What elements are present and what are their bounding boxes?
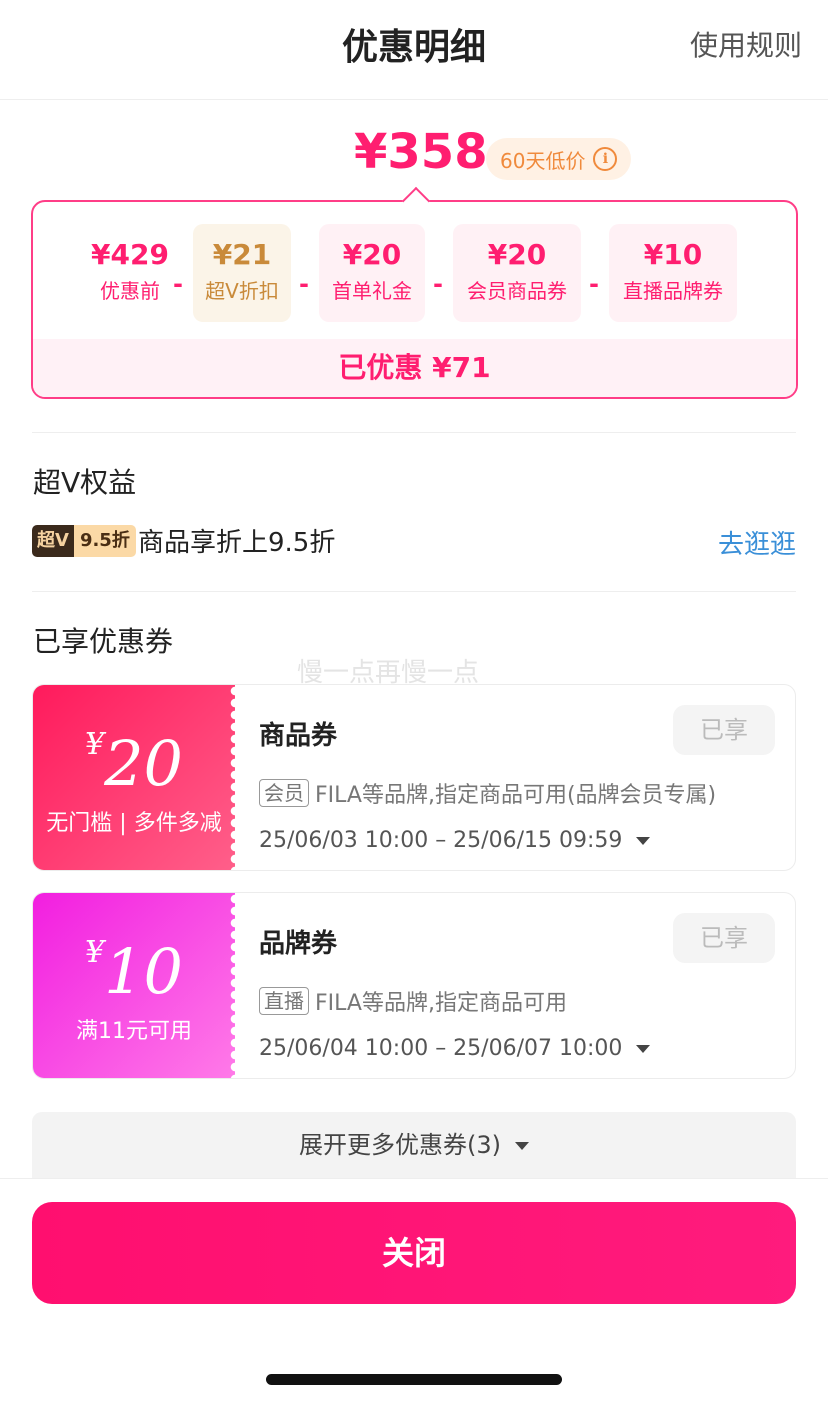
- coupon-tag: 会员: [259, 779, 309, 807]
- browse-link[interactable]: 去逛逛: [718, 524, 796, 561]
- coupons-section-title: 已享优惠券: [33, 625, 174, 658]
- breakdown-amount: ¥429: [91, 238, 169, 271]
- low-price-label: 60天低价: [500, 148, 586, 173]
- home-indicator[interactable]: [266, 1374, 562, 1385]
- footer-divider: [0, 1178, 828, 1179]
- coupon-value-panel: ¥10 满11元可用: [33, 893, 241, 1078]
- coupon-card: ¥10 满11元可用 品牌券 已享 直播 FILA等品牌,指定商品可用 25/0…: [32, 892, 796, 1079]
- breakdown-amount: ¥20: [342, 238, 402, 271]
- pointer-notch: [401, 186, 431, 216]
- coupon-condition: 满11元可用: [76, 1019, 192, 1044]
- coupon-condition: 无门槛 | 多件多减: [46, 811, 222, 836]
- divider: [32, 591, 796, 592]
- coupon-desc-text: FILA等品牌,指定商品可用(品牌会员专属): [315, 783, 717, 808]
- superv-badge-discount: 9.5折: [73, 525, 136, 557]
- coupon-status-badge: 已享: [673, 705, 775, 755]
- expand-label: 展开更多优惠券(3): [299, 1131, 501, 1159]
- breakdown-item-member-coupon: ¥20 会员商品券: [453, 224, 581, 322]
- breakdown-label: 超V折扣: [205, 279, 279, 303]
- minus-sign: -: [589, 270, 599, 298]
- coupon-desc-text: FILA等品牌,指定商品可用: [315, 991, 567, 1016]
- discount-breakdown: ¥429 优惠前 - ¥21 超V折扣 - ¥20 首单礼金 - ¥20 会员商…: [31, 186, 798, 399]
- superv-badge-label: 超V: [32, 525, 74, 557]
- minus-sign: -: [299, 270, 309, 298]
- low-price-tag[interactable]: 60天低价 i: [486, 138, 632, 180]
- coupon-description: 会员 FILA等品牌,指定商品可用(品牌会员专属): [259, 777, 716, 809]
- breakdown-item-superv: ¥21 超V折扣: [193, 224, 291, 322]
- breakdown-amount: ¥10: [643, 238, 703, 271]
- breakdown-amount: ¥21: [212, 238, 272, 271]
- header: 优惠明细 使用规则: [0, 0, 828, 100]
- coupon-amount: ¥10: [33, 935, 235, 1008]
- divider: [32, 432, 796, 433]
- breakdown-items: ¥429 优惠前 - ¥21 超V折扣 - ¥20 首单礼金 - ¥20 会员商…: [33, 222, 796, 322]
- coupon-amount: ¥20: [33, 727, 235, 800]
- coupon-yen: ¥: [85, 935, 105, 970]
- close-button[interactable]: 关闭: [32, 1202, 796, 1304]
- caret-down-icon[interactable]: [636, 837, 651, 845]
- superv-section-title: 超V权益: [33, 466, 137, 499]
- coupon-value: 20: [104, 727, 183, 800]
- final-price: ¥358: [354, 124, 488, 180]
- breakdown-label: 优惠前: [100, 279, 160, 303]
- minus-sign: -: [173, 270, 183, 298]
- minus-sign: -: [433, 270, 443, 298]
- coupon-value-panel: ¥20 无门槛 | 多件多减: [33, 685, 241, 870]
- coupon-name: 商品券: [259, 721, 338, 751]
- coupon-name: 品牌券: [259, 929, 338, 959]
- breakdown-amount: ¥20: [487, 238, 547, 271]
- coupon-validity[interactable]: 25/06/04 10:00 – 25/06/07 10:00: [259, 1036, 651, 1061]
- rules-link[interactable]: 使用规则: [690, 24, 802, 64]
- coupon-value: 10: [104, 935, 183, 1008]
- caret-down-icon[interactable]: [636, 1045, 651, 1053]
- coupon-time-text: 25/06/03 10:00 – 25/06/15 09:59: [259, 828, 623, 853]
- superv-benefit-text: 商品享折上9.5折: [138, 528, 336, 558]
- breakdown-label: 直播品牌券: [623, 279, 723, 303]
- coupon-serrated-edge: [229, 893, 241, 1078]
- breakdown-label: 会员商品券: [467, 279, 567, 303]
- breakdown-item-live-coupon: ¥10 直播品牌券: [609, 224, 737, 322]
- expand-more-coupons-button[interactable]: 展开更多优惠券(3): [32, 1112, 796, 1178]
- coupon-serrated-edge: [229, 685, 241, 870]
- coupon-time-text: 25/06/04 10:00 – 25/06/07 10:00: [259, 1036, 623, 1061]
- breakdown-label: 首单礼金: [332, 279, 412, 303]
- coupon-status-badge: 已享: [673, 913, 775, 963]
- info-icon[interactable]: i: [593, 147, 618, 171]
- coupon-yen: ¥: [85, 727, 105, 762]
- price-row: ¥358 60天低价 i: [0, 124, 828, 188]
- coupon-validity[interactable]: 25/06/03 10:00 – 25/06/15 09:59: [259, 828, 651, 853]
- coupon-description: 直播 FILA等品牌,指定商品可用: [259, 985, 567, 1017]
- breakdown-item-first-order: ¥20 首单礼金: [319, 224, 425, 322]
- caret-down-icon: [515, 1142, 529, 1150]
- breakdown-item-original: ¥429 优惠前: [85, 224, 175, 322]
- total-saved: 已优惠 ¥71: [33, 339, 796, 397]
- coupon-card: ¥20 无门槛 | 多件多减 商品券 已享 会员 FILA等品牌,指定商品可用(…: [32, 684, 796, 871]
- superv-badge: 超V 9.5折: [32, 525, 136, 557]
- coupon-tag: 直播: [259, 987, 309, 1015]
